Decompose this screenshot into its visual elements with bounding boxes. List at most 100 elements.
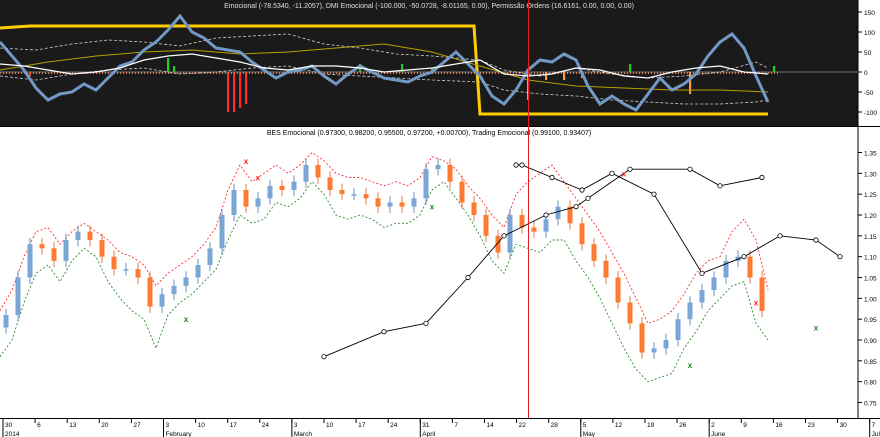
swing-point: [837, 254, 843, 260]
x-tick-label: 7: [872, 422, 876, 429]
candle-body: [27, 244, 33, 278]
candle-body: [411, 198, 417, 207]
date-axis: 30 6 13 20 27 3 10 17 24 3 10 17 24 31 7 14 22 28 5 12 19 26 2…: [0, 418, 880, 437]
candle-body: [627, 302, 633, 324]
x-tick-label: 9: [743, 422, 747, 429]
candle-body: [471, 202, 477, 215]
price-panel-background: [0, 126, 858, 418]
candle-body: [483, 215, 489, 236]
y-tick-label: 0.85: [864, 359, 877, 366]
x-tick-label: 30: [5, 422, 13, 429]
y-tick-label: 1.20: [864, 213, 877, 220]
candle-body: [99, 240, 105, 257]
swing-point: [579, 187, 585, 193]
swing-point: [513, 162, 519, 168]
y-tick-label: 0.75: [864, 401, 877, 408]
candle-body: [435, 165, 441, 170]
x-tick-label: 10: [326, 422, 334, 429]
y-tick-label: 100: [864, 30, 875, 37]
y-tick-label: 1.00: [864, 296, 877, 303]
x-tick-label: 16: [775, 422, 783, 429]
x-tick-label: 17: [358, 422, 366, 429]
x-tick-label: 22: [519, 422, 527, 429]
x-tick-label: 24: [390, 422, 398, 429]
candle-body: [759, 277, 765, 311]
swing-point: [501, 233, 507, 239]
candle-body: [591, 244, 597, 261]
signal-marker: x: [754, 299, 759, 308]
x-tick-label: 10: [198, 422, 206, 429]
histogram-bar: [239, 72, 242, 108]
x-tick-label: 6: [37, 422, 41, 429]
candle-body: [687, 302, 693, 320]
y-tick-label: 0.95: [864, 317, 877, 324]
y-tick-label: 0: [864, 70, 868, 77]
y-tick-label: 1.25: [864, 192, 877, 199]
y-tick-label: 50: [864, 50, 872, 57]
swing-point: [573, 204, 579, 210]
candle-body: [279, 185, 285, 190]
candle-body: [51, 248, 57, 261]
x-tick-label: 30: [840, 422, 848, 429]
swing-point: [549, 174, 555, 181]
x-tick-label: 7: [454, 422, 458, 429]
candle-body: [555, 206, 561, 220]
signal-marker: x: [430, 203, 435, 212]
y-tick-label: 1.10: [864, 255, 877, 262]
x-tick-label: 28: [551, 422, 559, 429]
candle-body: [387, 202, 393, 207]
signal-marker: x: [256, 174, 261, 183]
x-tick-label: 5: [583, 422, 587, 429]
candle-body: [15, 277, 21, 315]
x-month-label: April: [422, 431, 436, 437]
swing-point: [585, 195, 591, 201]
candle-body: [675, 319, 681, 340]
signal-marker: x: [622, 169, 627, 178]
candle-body: [135, 269, 141, 278]
indicator-panel-title: Emocional (-78.5340, -11.2057), DMI Emoc…: [224, 3, 634, 10]
candle-body: [375, 198, 381, 207]
candle-body: [579, 223, 585, 245]
swing-point: [609, 170, 615, 176]
candle-body: [459, 181, 465, 203]
candle-body: [231, 190, 237, 215]
swing-point: [381, 329, 387, 335]
histogram-bar: [167, 58, 170, 72]
signal-marker: x: [688, 361, 693, 370]
swing-point: [741, 254, 747, 260]
signal-marker: x: [814, 324, 819, 333]
x-tick-label: 17: [230, 422, 238, 429]
swing-point: [813, 237, 819, 243]
candle-body: [543, 219, 549, 232]
histogram-bar: [773, 66, 776, 72]
candle-body: [267, 185, 273, 199]
candle-body: [123, 269, 129, 271]
x-tick-label: 27: [133, 422, 141, 429]
candle-body: [111, 256, 117, 270]
y-tick-label: 1.35: [864, 151, 877, 158]
chart-canvas: Emocional (-78.5340, -11.2057), DMI Emoc…: [0, 0, 880, 437]
x-tick-label: 14: [486, 422, 494, 429]
x-month-label: February: [165, 431, 192, 437]
candle-body: [315, 165, 321, 178]
candle-body: [255, 198, 261, 207]
candle-body: [351, 194, 357, 196]
candle-body: [87, 231, 93, 240]
swing-point: [717, 183, 723, 189]
candle-body: [711, 277, 717, 290]
x-tick-label: 24: [262, 422, 270, 429]
y-tick-label: 1.15: [864, 234, 877, 241]
candle-body: [171, 285, 177, 295]
indicator-panel: Emocional (-78.5340, -11.2057), DMI Emoc…: [0, 0, 880, 126]
candle-body: [699, 290, 705, 303]
swing-point: [777, 233, 783, 239]
histogram-bar: [629, 64, 632, 72]
candle-body: [651, 348, 657, 353]
candle-body: [399, 202, 405, 207]
candle-body: [159, 294, 165, 307]
candle-body: [639, 323, 645, 353]
signal-marker: x: [184, 315, 189, 324]
x-tick-label: 12: [615, 422, 623, 429]
y-tick-label: 1.30: [864, 171, 877, 178]
swing-point: [699, 270, 705, 276]
